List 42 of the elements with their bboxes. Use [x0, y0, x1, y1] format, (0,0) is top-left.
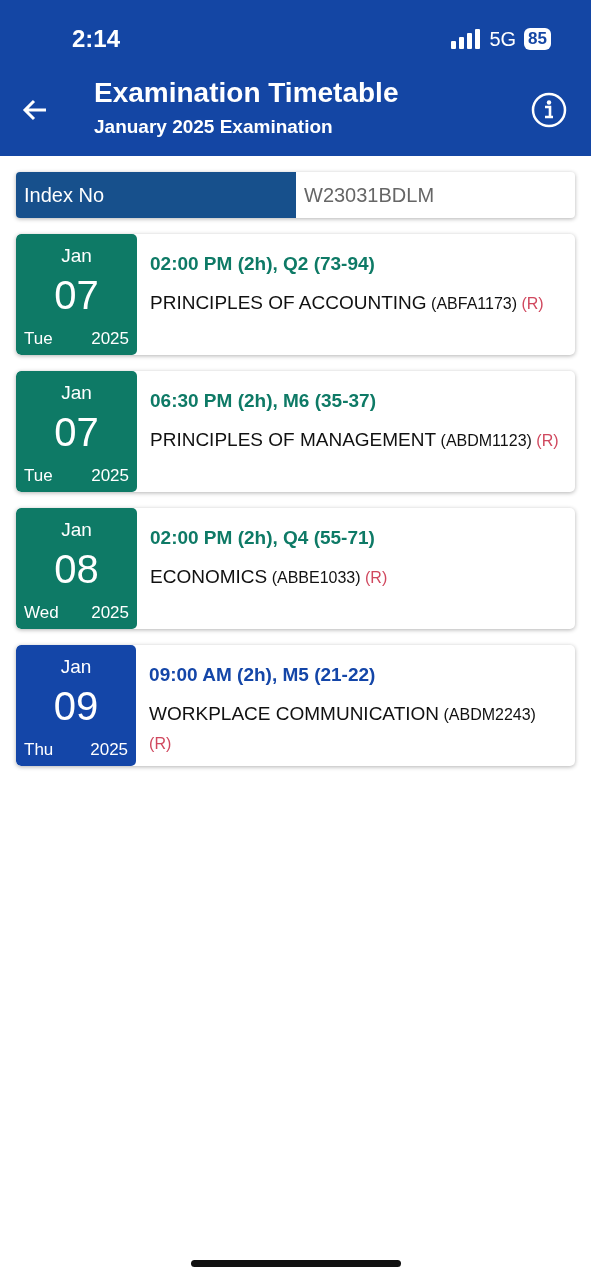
- exam-weekday: Thu: [24, 738, 54, 761]
- index-label: Index No: [16, 172, 296, 218]
- exam-time: 06:30 PM (2h), M6 (35-37): [150, 389, 377, 413]
- subject-name: PRINCIPLES OF MANAGEMENT: [150, 428, 437, 450]
- subject-name: PRINCIPLES OF ACCOUNTING: [150, 291, 427, 313]
- exam-year: 2025: [91, 464, 129, 487]
- battery-level: 85: [524, 28, 551, 50]
- exam-time: 09:00 AM (2h), M5 (21-22): [149, 663, 377, 687]
- resit-tag: (R): [536, 431, 559, 449]
- exam-time: 02:00 PM (2h), Q4 (55-71): [150, 526, 376, 550]
- index-value: W23031BDLM: [303, 183, 436, 208]
- exam-day: 09: [53, 685, 99, 726]
- exam-month: Jan: [61, 518, 92, 542]
- status-time: 2:14: [72, 24, 121, 54]
- subject-name: WORKPLACE COMMUNICATION: [149, 702, 439, 724]
- exam-day: 08: [54, 548, 99, 589]
- resit-tag: (R): [149, 734, 172, 752]
- exam-year: 2025: [91, 327, 129, 350]
- resit-tag: (R): [365, 568, 388, 586]
- subject-code: (ABDM2243): [443, 705, 536, 723]
- exam-weekday: Tue: [24, 464, 53, 487]
- exam-time: 02:00 PM (2h), Q2 (73-94): [150, 252, 376, 276]
- subject-code: (ABFA1173): [431, 294, 518, 312]
- screen-subtitle: January 2025 Examination: [94, 115, 334, 140]
- exam-day: 07: [54, 274, 99, 315]
- screen-title: Examination Timetable: [94, 78, 400, 110]
- exam-month: Jan: [60, 655, 92, 679]
- resit-tag: (R): [521, 294, 544, 312]
- back-arrow-icon[interactable]: [22, 99, 48, 121]
- exam-day: 07: [54, 411, 99, 452]
- exam-month: Jan: [61, 381, 92, 405]
- info-icon[interactable]: [531, 92, 567, 128]
- subject-name: ECONOMICS: [150, 565, 268, 587]
- exam-month: Jan: [61, 244, 92, 268]
- exam-year: 2025: [90, 738, 129, 761]
- subject-code: (ABDM1123): [440, 431, 532, 449]
- signal-icon: [451, 29, 482, 49]
- exam-weekday: Tue: [24, 327, 53, 350]
- subject-code: (ABBE1033): [271, 568, 361, 586]
- network-type: 5G: [489, 27, 517, 52]
- exam-weekday: Wed: [24, 601, 59, 624]
- exam-year: 2025: [91, 601, 129, 624]
